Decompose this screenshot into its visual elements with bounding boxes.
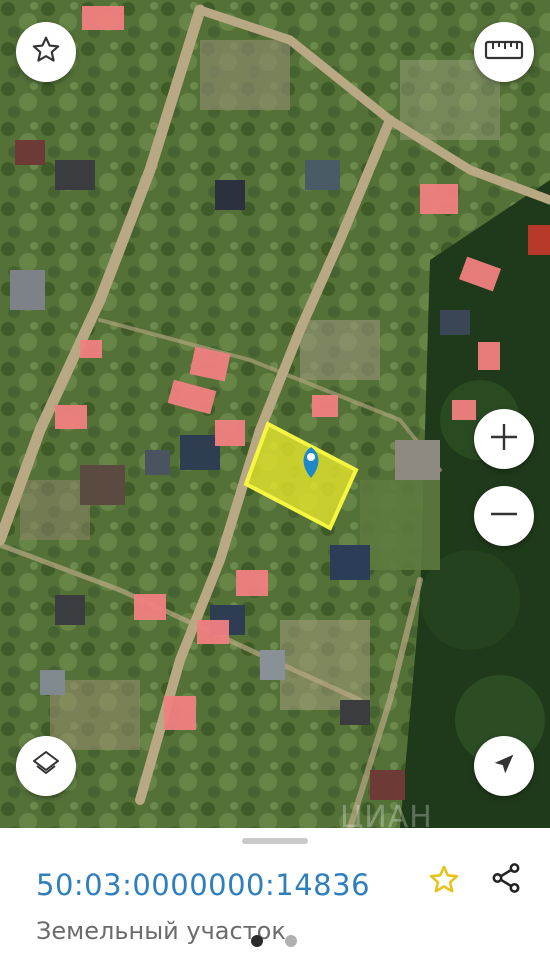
layers-button[interactable] (16, 736, 76, 796)
satellite-imagery (0, 0, 550, 828)
zoom-in-button[interactable] (474, 409, 534, 469)
cadastral-number: 50:03:0000000:14836 (36, 868, 371, 902)
map-view[interactable]: ЦИАН (0, 0, 550, 828)
page-dot-active[interactable] (251, 935, 263, 947)
ruler-icon (484, 38, 524, 66)
favorite-map-button[interactable] (16, 22, 76, 82)
ruler-button[interactable] (474, 22, 534, 82)
object-type: Земельный участок (36, 917, 286, 945)
layers-icon (29, 747, 63, 785)
navigation-arrow-icon (490, 750, 518, 782)
plus-icon (487, 420, 521, 458)
watermark: ЦИАН (340, 800, 433, 828)
minus-icon (487, 497, 521, 535)
page-dot[interactable] (285, 935, 297, 947)
star-outline-icon (30, 34, 62, 70)
sheet-drag-handle[interactable] (242, 838, 308, 844)
page-indicator (251, 935, 297, 947)
star-icon (427, 863, 461, 901)
locate-me-button[interactable] (474, 736, 534, 796)
share-icon (489, 861, 523, 899)
zoom-out-button[interactable] (474, 486, 534, 546)
share-button[interactable] (486, 860, 526, 900)
add-favorite-button[interactable] (424, 862, 464, 902)
